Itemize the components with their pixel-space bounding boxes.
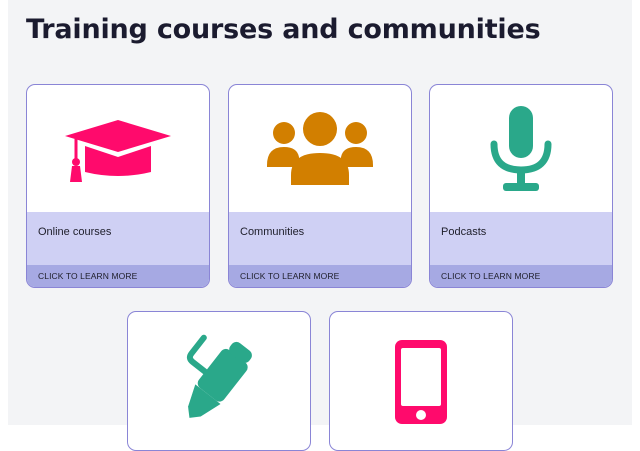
card-label-band: Online courses: [27, 212, 209, 265]
card-online-courses[interactable]: Online courses CLICK TO LEARN MORE: [26, 84, 210, 288]
card-label-band: Podcasts: [430, 212, 612, 265]
smartphone-icon: [395, 340, 447, 424]
card-pen[interactable]: [127, 311, 311, 451]
card-label: Podcasts: [441, 226, 487, 238]
learn-more-button[interactable]: CLICK TO LEARN MORE: [27, 265, 209, 287]
learn-more-label: CLICK TO LEARN MORE: [441, 271, 541, 281]
learn-more-button[interactable]: CLICK TO LEARN MORE: [229, 265, 411, 287]
card-icon-area: [229, 85, 411, 212]
users-group-icon: [267, 111, 373, 185]
graduation-cap-icon: [65, 119, 171, 182]
microphone-icon: [490, 105, 552, 191]
page-title: Training courses and communities: [26, 14, 541, 45]
card-label: Online courses: [38, 226, 112, 238]
pen-icon: [186, 334, 252, 418]
learn-more-button[interactable]: CLICK TO LEARN MORE: [430, 265, 612, 287]
card-icon-area: [330, 312, 512, 426]
learn-more-label: CLICK TO LEARN MORE: [240, 271, 340, 281]
card-label: Communities: [240, 226, 305, 238]
card-communities[interactable]: Communities CLICK TO LEARN MORE: [228, 84, 412, 288]
card-icon-area: [430, 85, 612, 212]
learn-more-label: CLICK TO LEARN MORE: [38, 271, 138, 281]
card-icon-area: [128, 312, 310, 426]
card-label-band: Communities: [229, 212, 411, 265]
card-icon-area: [27, 85, 209, 212]
card-smartphone[interactable]: [329, 311, 513, 451]
card-podcasts[interactable]: Podcasts CLICK TO LEARN MORE: [429, 84, 613, 288]
page: Training courses and communities Online …: [8, 0, 632, 451]
